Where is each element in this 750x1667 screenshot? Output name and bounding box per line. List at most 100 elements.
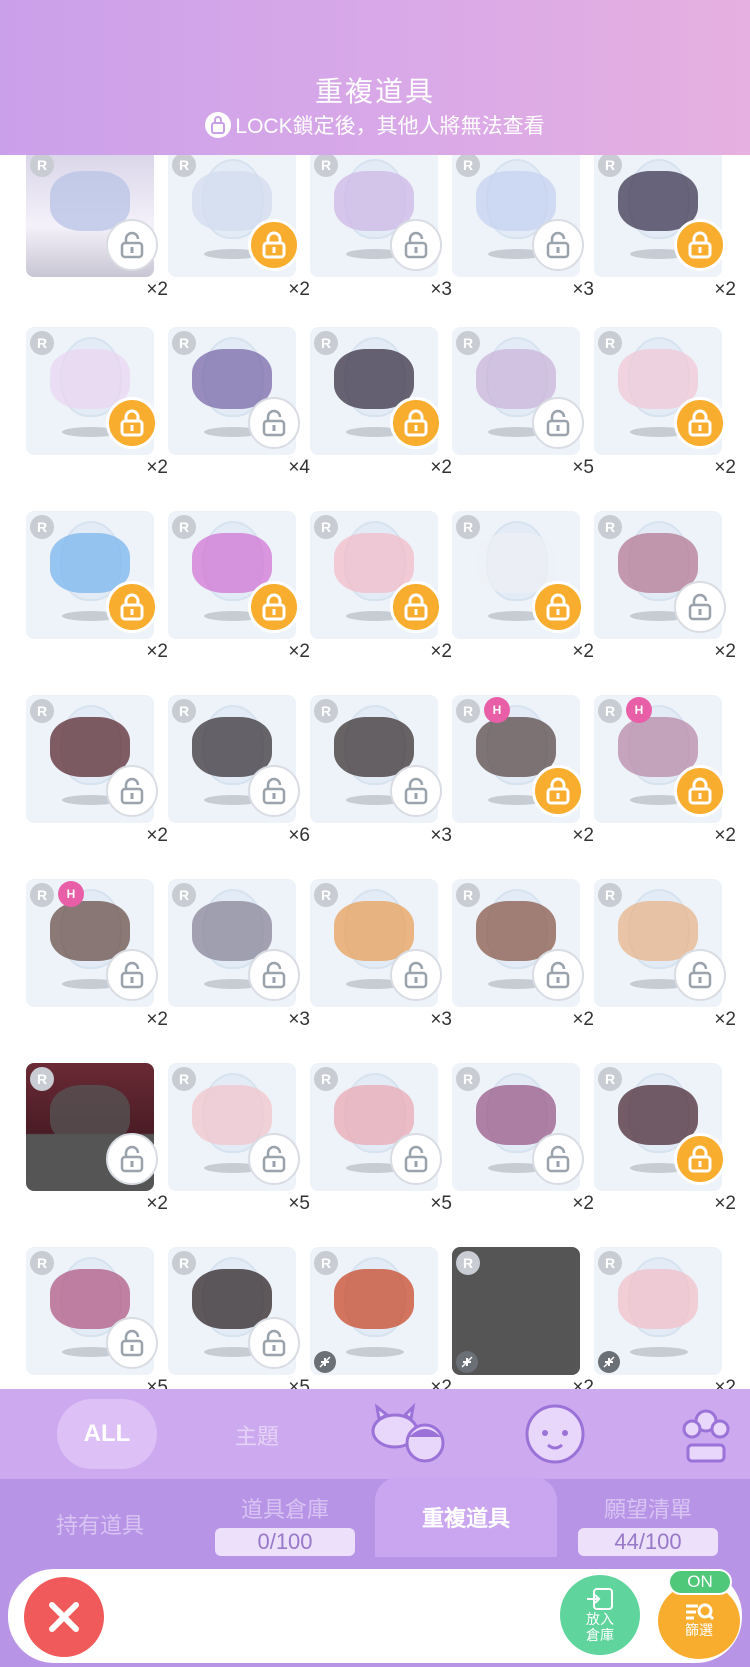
unlocked-icon[interactable]	[248, 765, 300, 817]
tab-owned-items[interactable]: 持有道具	[30, 1479, 170, 1569]
item-cell[interactable]: R ×2	[310, 511, 452, 695]
item-cell[interactable]: R ×2	[26, 511, 168, 695]
category-all-button[interactable]: ALL	[57, 1399, 157, 1469]
item-cell[interactable]: R ×5	[310, 1063, 452, 1247]
locked-icon[interactable]	[390, 397, 442, 449]
unlocked-icon[interactable]	[390, 949, 442, 1001]
unlocked-icon[interactable]	[106, 949, 158, 1001]
item-cell[interactable]: R ×2	[26, 1063, 168, 1247]
item-cell[interactable]: R ×2	[310, 327, 452, 511]
unlocked-icon[interactable]	[248, 397, 300, 449]
locked-icon[interactable]	[248, 581, 300, 633]
rarity-badge: R	[314, 699, 338, 723]
rarity-badge: R	[456, 699, 480, 723]
item-grid[interactable]: R ×2 R ×2 R ×3 R ×3 R ×2 R ×2 R ×4 R ×2 R ×5 R ×2 R ×2 R ×2 R ×2 R…	[0, 155, 750, 1389]
unlocked-icon[interactable]	[248, 1317, 300, 1369]
unlocked-icon[interactable]	[532, 219, 584, 271]
rarity-badge: R	[314, 331, 338, 355]
item-thumbnail[interactable]: R	[310, 1247, 438, 1375]
item-cell[interactable]: R ×2	[452, 1063, 594, 1247]
unlocked-icon[interactable]	[390, 1133, 442, 1185]
rarity-badge: R	[314, 883, 338, 907]
pet-icon[interactable]	[365, 1402, 451, 1470]
item-count: ×5	[288, 1377, 310, 1389]
unlocked-icon[interactable]	[106, 219, 158, 271]
unlocked-icon[interactable]	[674, 949, 726, 1001]
unlocked-icon[interactable]	[106, 765, 158, 817]
item-cell[interactable]: R H ×2	[594, 695, 736, 879]
unlocked-icon[interactable]	[532, 949, 584, 1001]
item-cell[interactable]: R ×3	[310, 155, 452, 333]
item-cell[interactable]: R ×4	[168, 327, 310, 511]
lock-icon	[205, 112, 232, 138]
item-cell[interactable]: R ×3	[310, 695, 452, 879]
item-thumbnail[interactable]: R	[452, 1247, 580, 1375]
item-cell[interactable]: R H ×2	[26, 879, 168, 1063]
unlocked-icon[interactable]	[106, 1133, 158, 1185]
item-cell[interactable]: R ×2	[310, 1247, 452, 1389]
locked-icon[interactable]	[674, 219, 726, 271]
unlocked-icon[interactable]	[248, 1133, 300, 1185]
item-cell[interactable]: R ×5	[168, 1063, 310, 1247]
item-cell[interactable]: R ×2	[26, 695, 168, 879]
item-count: ×2	[288, 279, 310, 300]
locked-icon[interactable]	[674, 397, 726, 449]
item-cell[interactable]: R ×2	[452, 879, 594, 1063]
item-cell[interactable]: R ×2	[168, 155, 310, 333]
item-count: ×2	[288, 641, 310, 662]
locked-icon[interactable]	[532, 765, 584, 817]
item-cell[interactable]: R ×3	[452, 155, 594, 333]
locked-icon[interactable]	[674, 1133, 726, 1185]
tab-wishlist[interactable]: 願望清單 44/100	[573, 1479, 723, 1569]
item-cell[interactable]: R ×2	[594, 879, 736, 1063]
item-cell[interactable]: R ×3	[310, 879, 452, 1063]
item-cell[interactable]: R ×2	[594, 511, 736, 695]
rarity-badge: R	[30, 1067, 54, 1091]
locked-icon[interactable]	[248, 219, 300, 271]
item-cell[interactable]: R ×6	[168, 695, 310, 879]
rarity-badge: R	[598, 1067, 622, 1091]
unlocked-icon[interactable]	[390, 765, 442, 817]
item-count: ×2	[572, 1193, 594, 1214]
item-cell[interactable]: R ×2	[26, 155, 168, 333]
locked-icon[interactable]	[532, 581, 584, 633]
close-button[interactable]	[24, 1577, 104, 1657]
item-cell[interactable]: R ×5	[168, 1247, 310, 1389]
item-cell[interactable]: R H ×2	[452, 695, 594, 879]
unlocked-icon[interactable]	[390, 219, 442, 271]
tab-duplicate-items[interactable]: 重複道具	[375, 1477, 557, 1557]
tab-label: 重複道具	[421, 1506, 510, 1531]
rarity-badge: R	[598, 331, 622, 355]
locked-icon[interactable]	[390, 581, 442, 633]
move-to-storage-button[interactable]: 放入 倉庫	[560, 1575, 640, 1655]
item-count: ×5	[146, 1377, 168, 1389]
rarity-badge: R	[456, 883, 480, 907]
item-thumbnail[interactable]: R	[594, 1247, 722, 1375]
rarity-badge: R	[172, 699, 196, 723]
item-cell[interactable]: R ×2	[594, 1247, 736, 1389]
item-cell[interactable]: R ×3	[168, 879, 310, 1063]
face-icon[interactable]	[520, 1403, 590, 1470]
locked-icon[interactable]	[674, 765, 726, 817]
item-cell[interactable]: R ×2	[168, 511, 310, 695]
item-cell[interactable]: R ×2	[594, 155, 736, 333]
item-cell[interactable]: R ×5	[26, 1247, 168, 1389]
locked-icon[interactable]	[106, 581, 158, 633]
item-cell[interactable]: R ×2	[452, 1247, 594, 1389]
locked-icon[interactable]	[106, 397, 158, 449]
item-cell[interactable]: R ×2	[594, 1063, 736, 1247]
item-cell[interactable]: R ×2	[26, 327, 168, 511]
rarity-badge: R	[456, 155, 480, 177]
item-cell[interactable]: R ×2	[452, 511, 594, 695]
item-count: ×5	[288, 1193, 310, 1214]
item-cell[interactable]: R ×2	[594, 327, 736, 511]
plant-icon[interactable]	[678, 1403, 734, 1470]
unlocked-icon[interactable]	[532, 397, 584, 449]
category-theme-button[interactable]: 主題	[220, 1419, 294, 1451]
unlocked-icon[interactable]	[674, 581, 726, 633]
unlocked-icon[interactable]	[106, 1317, 158, 1369]
unlocked-icon[interactable]	[532, 1133, 584, 1185]
item-cell[interactable]: R ×5	[452, 327, 594, 511]
tab-item-storage[interactable]: 道具倉庫 0/100	[200, 1479, 370, 1569]
unlocked-icon[interactable]	[248, 949, 300, 1001]
